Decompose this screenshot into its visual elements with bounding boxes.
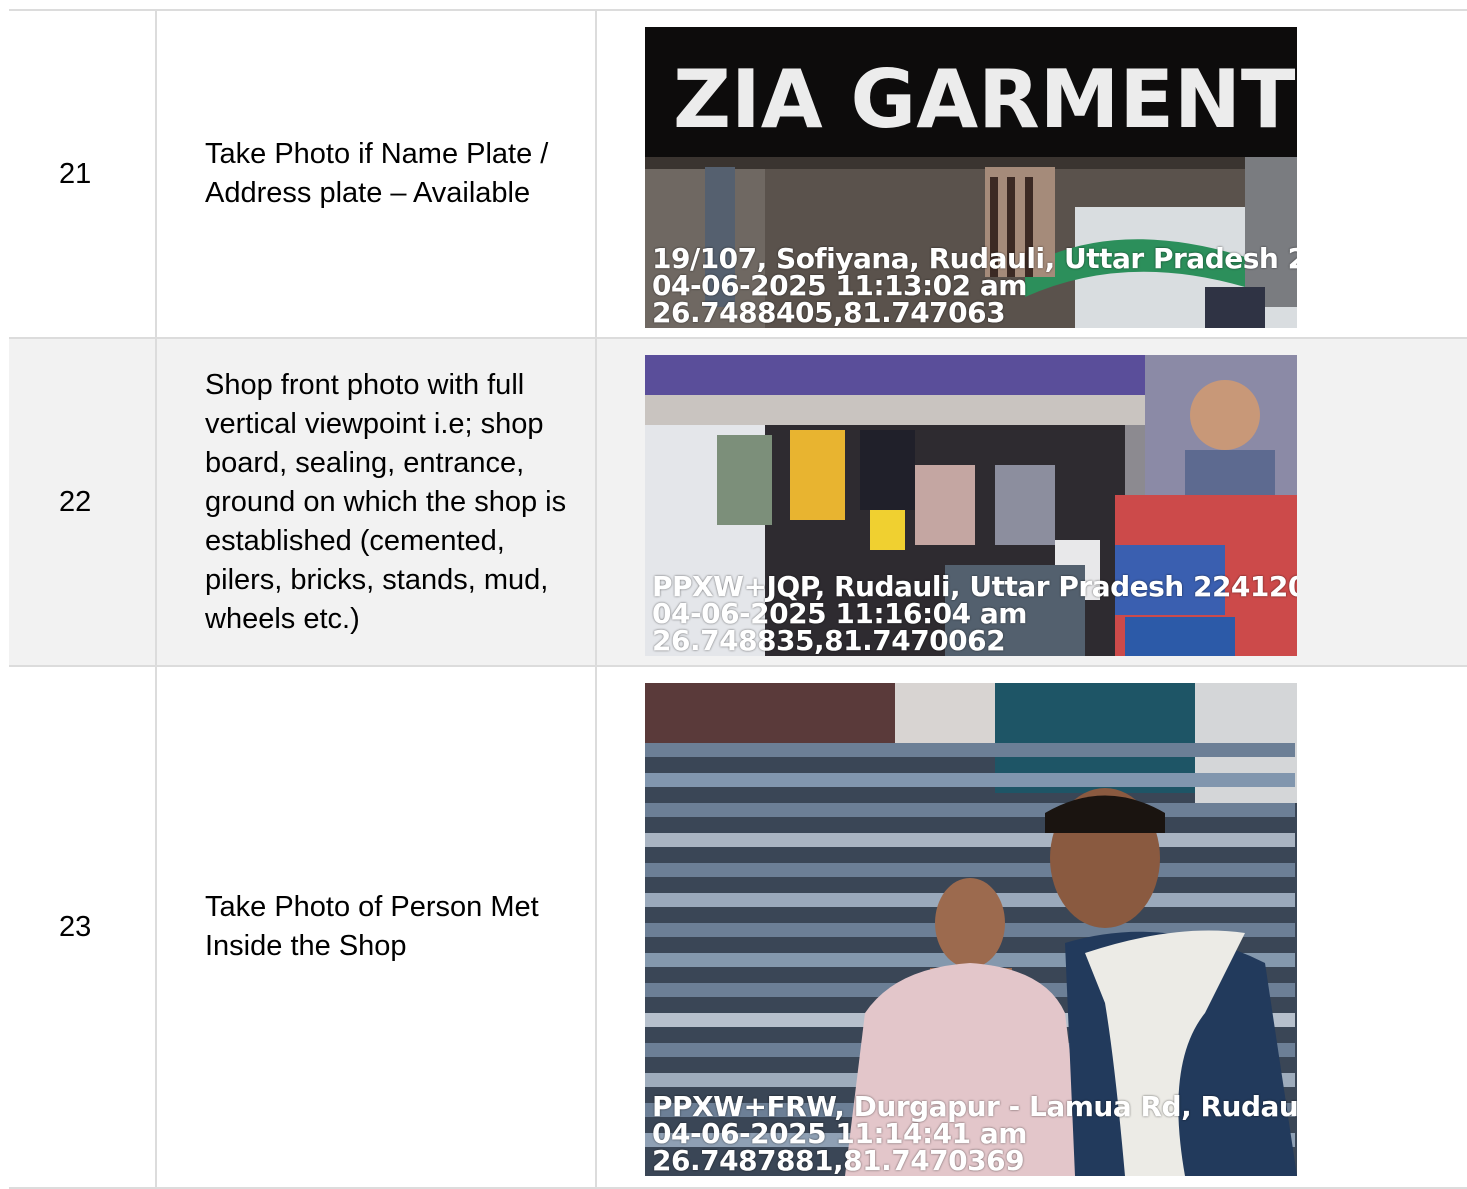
geo-address: PPXW+FRW, Durgapur - Lamua Rd, Rudauli, … [652,1090,1297,1123]
geo-coordinates: 26.7487881,81.7470369 [652,1144,1025,1176]
geo-stamp: PPXW+FRW, Durgapur - Lamua Rd, Rudauli, … [652,1090,1297,1176]
geo-coordinates: 26.7488405,81.747063 [652,296,1006,328]
table-row: 23 Take Photo of Person Met Inside the S… [9,667,1467,1189]
table-row: 22 Shop front photo with full vertical v… [9,339,1467,667]
row-description: Take Photo if Name Plate / Address plate… [157,11,597,337]
geo-stamp: 19/107, Sofiyana, Rudauli, Uttar Pradesh… [652,242,1297,328]
photo-cell: PPXW+JQP, Rudauli, Uttar Pradesh 224120,… [597,339,1467,665]
row-description: Take Photo of Person Met Inside the Shop [157,667,597,1187]
name-plate-photo[interactable]: ZIA GARMENTS S 19/107, Sofiyana, Rudauli… [645,27,1297,328]
row-description: Shop front photo with full vertical view… [157,339,597,665]
geo-timestamp: 04-06-2025 11:16:04 am [652,597,1027,630]
row-number: 22 [9,339,157,665]
shop-front-photo[interactable]: PPXW+JQP, Rudauli, Uttar Pradesh 224120,… [645,355,1297,656]
table-row: 21 Take Photo if Name Plate / Address pl… [9,11,1467,339]
geo-timestamp: 04-06-2025 11:14:41 am [652,1117,1027,1150]
geo-stamp: PPXW+JQP, Rudauli, Uttar Pradesh 224120,… [652,570,1297,656]
sign-text: ZIA GARMENTS S [673,53,1297,146]
geo-coordinates: 26.748835,81.7470062 [652,624,1006,656]
person-met-photo[interactable]: PPXW+FRW, Durgapur - Lamua Rd, Rudauli, … [645,683,1297,1176]
geo-timestamp: 04-06-2025 11:13:02 am [652,269,1027,302]
geo-address: PPXW+JQP, Rudauli, Uttar Pradesh 224120, [652,570,1297,603]
report-table: 21 Take Photo if Name Plate / Address pl… [9,9,1467,1189]
photo-cell: ZIA GARMENTS S 19/107, Sofiyana, Rudauli… [597,11,1467,337]
row-number: 23 [9,667,157,1187]
geo-address: 19/107, Sofiyana, Rudauli, Uttar Pradesh… [652,242,1297,275]
photo-cell: PPXW+FRW, Durgapur - Lamua Rd, Rudauli, … [597,667,1467,1187]
row-number: 21 [9,11,157,337]
